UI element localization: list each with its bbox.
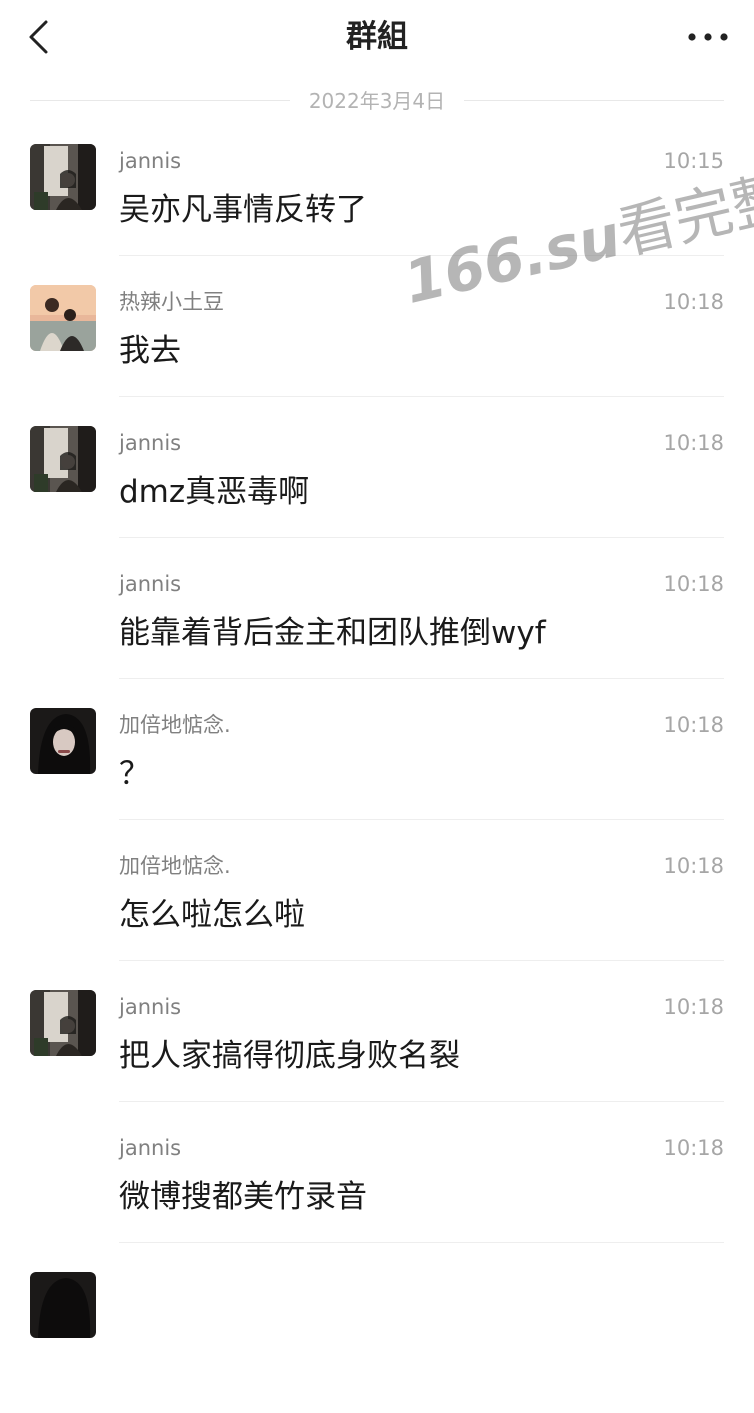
message-text: 微博搜都美竹录音 xyxy=(119,1179,367,1215)
sender-name: jannis xyxy=(119,572,182,596)
divider xyxy=(119,396,724,397)
chat-message[interactable]: 加倍地惦念. 10:18 ？ xyxy=(0,708,754,849)
avatar[interactable] xyxy=(30,708,96,774)
divider xyxy=(119,678,724,679)
date-separator: 2022年3月4日 xyxy=(30,86,724,116)
message-text: 能靠着背后金主和团队推倒wyf xyxy=(119,615,546,651)
sender-name: jannis xyxy=(119,431,182,455)
divider xyxy=(119,819,724,820)
message-text: 吴亦凡事情反转了 xyxy=(119,192,367,228)
chat-message-partial[interactable] xyxy=(0,1272,754,1413)
sender-name: jannis xyxy=(119,1136,182,1160)
sender-name: 加倍地惦念. xyxy=(119,854,231,878)
chat-message[interactable]: jannis 10:18 能靠着背后金主和团队推倒wyf xyxy=(0,567,754,708)
chat-message[interactable]: 加倍地惦念. 10:18 怎么啦怎么啦 xyxy=(0,849,754,990)
message-time: 10:18 xyxy=(663,854,724,878)
divider xyxy=(119,255,724,256)
page-title: 群組 xyxy=(346,19,408,55)
avatar[interactable] xyxy=(30,426,96,492)
message-time: 10:18 xyxy=(663,572,724,596)
avatar[interactable] xyxy=(30,285,96,351)
chat-message[interactable]: jannis 10:15 吴亦凡事情反转了 xyxy=(0,144,754,285)
sender-name: 热辣小土豆 xyxy=(119,290,224,314)
message-text: dmz真恶毒啊 xyxy=(119,474,310,510)
sender-name: jannis xyxy=(119,149,182,173)
more-button[interactable] xyxy=(684,24,732,50)
message-time: 10:18 xyxy=(663,431,724,455)
chat-message[interactable]: jannis 10:18 微博搜都美竹录音 xyxy=(0,1131,754,1272)
chat-message[interactable]: jannis 10:18 把人家搞得彻底身败名裂 xyxy=(0,990,754,1131)
sender-name: 加倍地惦念. xyxy=(119,713,231,737)
avatar[interactable] xyxy=(30,144,96,210)
chat-message[interactable]: jannis 10:18 dmz真恶毒啊 xyxy=(0,426,754,567)
date-label: 2022年3月4日 xyxy=(308,89,446,113)
divider xyxy=(119,960,724,961)
message-time: 10:18 xyxy=(663,290,724,314)
chat-header: 群組 xyxy=(0,0,754,80)
divider xyxy=(119,537,724,538)
divider xyxy=(464,100,724,101)
avatar[interactable] xyxy=(30,990,96,1056)
chat-message[interactable]: 热辣小土豆 10:18 我去 xyxy=(0,285,754,426)
message-text: 怎么啦怎么啦 xyxy=(119,897,305,933)
message-text: 把人家搞得彻底身败名裂 xyxy=(119,1038,460,1074)
message-time: 10:18 xyxy=(663,1136,724,1160)
message-time: 10:18 xyxy=(663,713,724,737)
sender-name: jannis xyxy=(119,995,182,1019)
avatar[interactable] xyxy=(30,1272,96,1338)
message-time: 10:15 xyxy=(663,149,724,173)
message-text: ？ xyxy=(119,756,150,792)
more-dots-icon xyxy=(688,33,728,41)
divider xyxy=(119,1242,724,1243)
message-time: 10:18 xyxy=(663,995,724,1019)
message-text: 我去 xyxy=(119,333,181,369)
divider xyxy=(119,1101,724,1102)
